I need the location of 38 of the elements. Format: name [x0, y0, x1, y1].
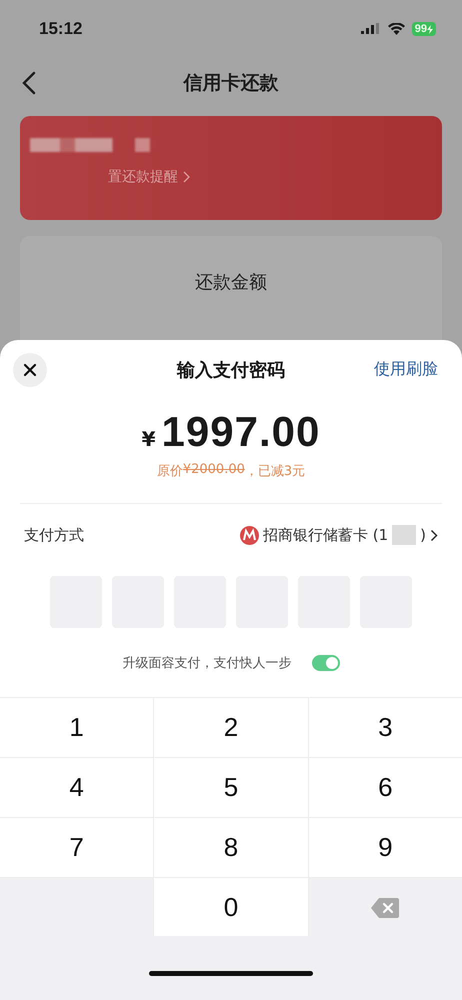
digit-key[interactable]: 2: [154, 698, 308, 757]
chevron-icon: [430, 528, 438, 542]
signal-icon: [360, 23, 381, 35]
digit-key[interactable]: 3: [308, 698, 462, 757]
digit-key[interactable]: 7: [0, 818, 154, 877]
closing-parenthesis: ): [420, 526, 426, 544]
digit-key[interactable]: 8: [154, 818, 308, 877]
back-icon[interactable]: [22, 71, 36, 95]
backspace-icon: [371, 898, 400, 918]
close-button[interactable]: [13, 353, 47, 387]
original-price: ¥2000.00: [182, 462, 245, 479]
digit-key[interactable]: 0: [154, 878, 308, 937]
payment-amount: 1997.00: [162, 408, 320, 456]
discount-text: ，已减3元: [244, 463, 306, 480]
bank-logo-icon: [240, 526, 259, 544]
face-pay-link[interactable]: 使用刷脸: [374, 359, 438, 380]
backspace-button[interactable]: [308, 878, 462, 937]
original-price-label: 原价: [156, 463, 183, 480]
digit-key[interactable]: 4: [0, 758, 154, 817]
close-icon: [23, 363, 37, 377]
wifi-icon: [388, 23, 405, 35]
digit-key[interactable]: 1: [0, 698, 154, 757]
digit-key[interactable]: 9: [308, 818, 462, 877]
sheet-title: 输入支付密码: [177, 359, 285, 382]
face-upgrade-text: 升级面容支付，支付快人一步: [122, 655, 292, 672]
battery-level: 99: [412, 22, 436, 36]
payment-method-label: 支付方式: [24, 526, 84, 544]
status-time: 15:12: [39, 19, 82, 39]
face-pay-toggle[interactable]: [312, 655, 340, 671]
page-title: 信用卡还款: [184, 71, 278, 96]
payment-method-value[interactable]: 招商银行储蓄卡 (1: [262, 526, 388, 544]
chevron-icon: [183, 171, 190, 183]
charging-icon: [427, 24, 433, 34]
currency-symbol: ¥: [142, 427, 156, 451]
redacted-text: [392, 525, 416, 545]
digit-key[interactable]: 5: [154, 758, 308, 817]
amount-label: 还款金额: [195, 271, 267, 294]
digit-key[interactable]: 6: [308, 758, 462, 817]
